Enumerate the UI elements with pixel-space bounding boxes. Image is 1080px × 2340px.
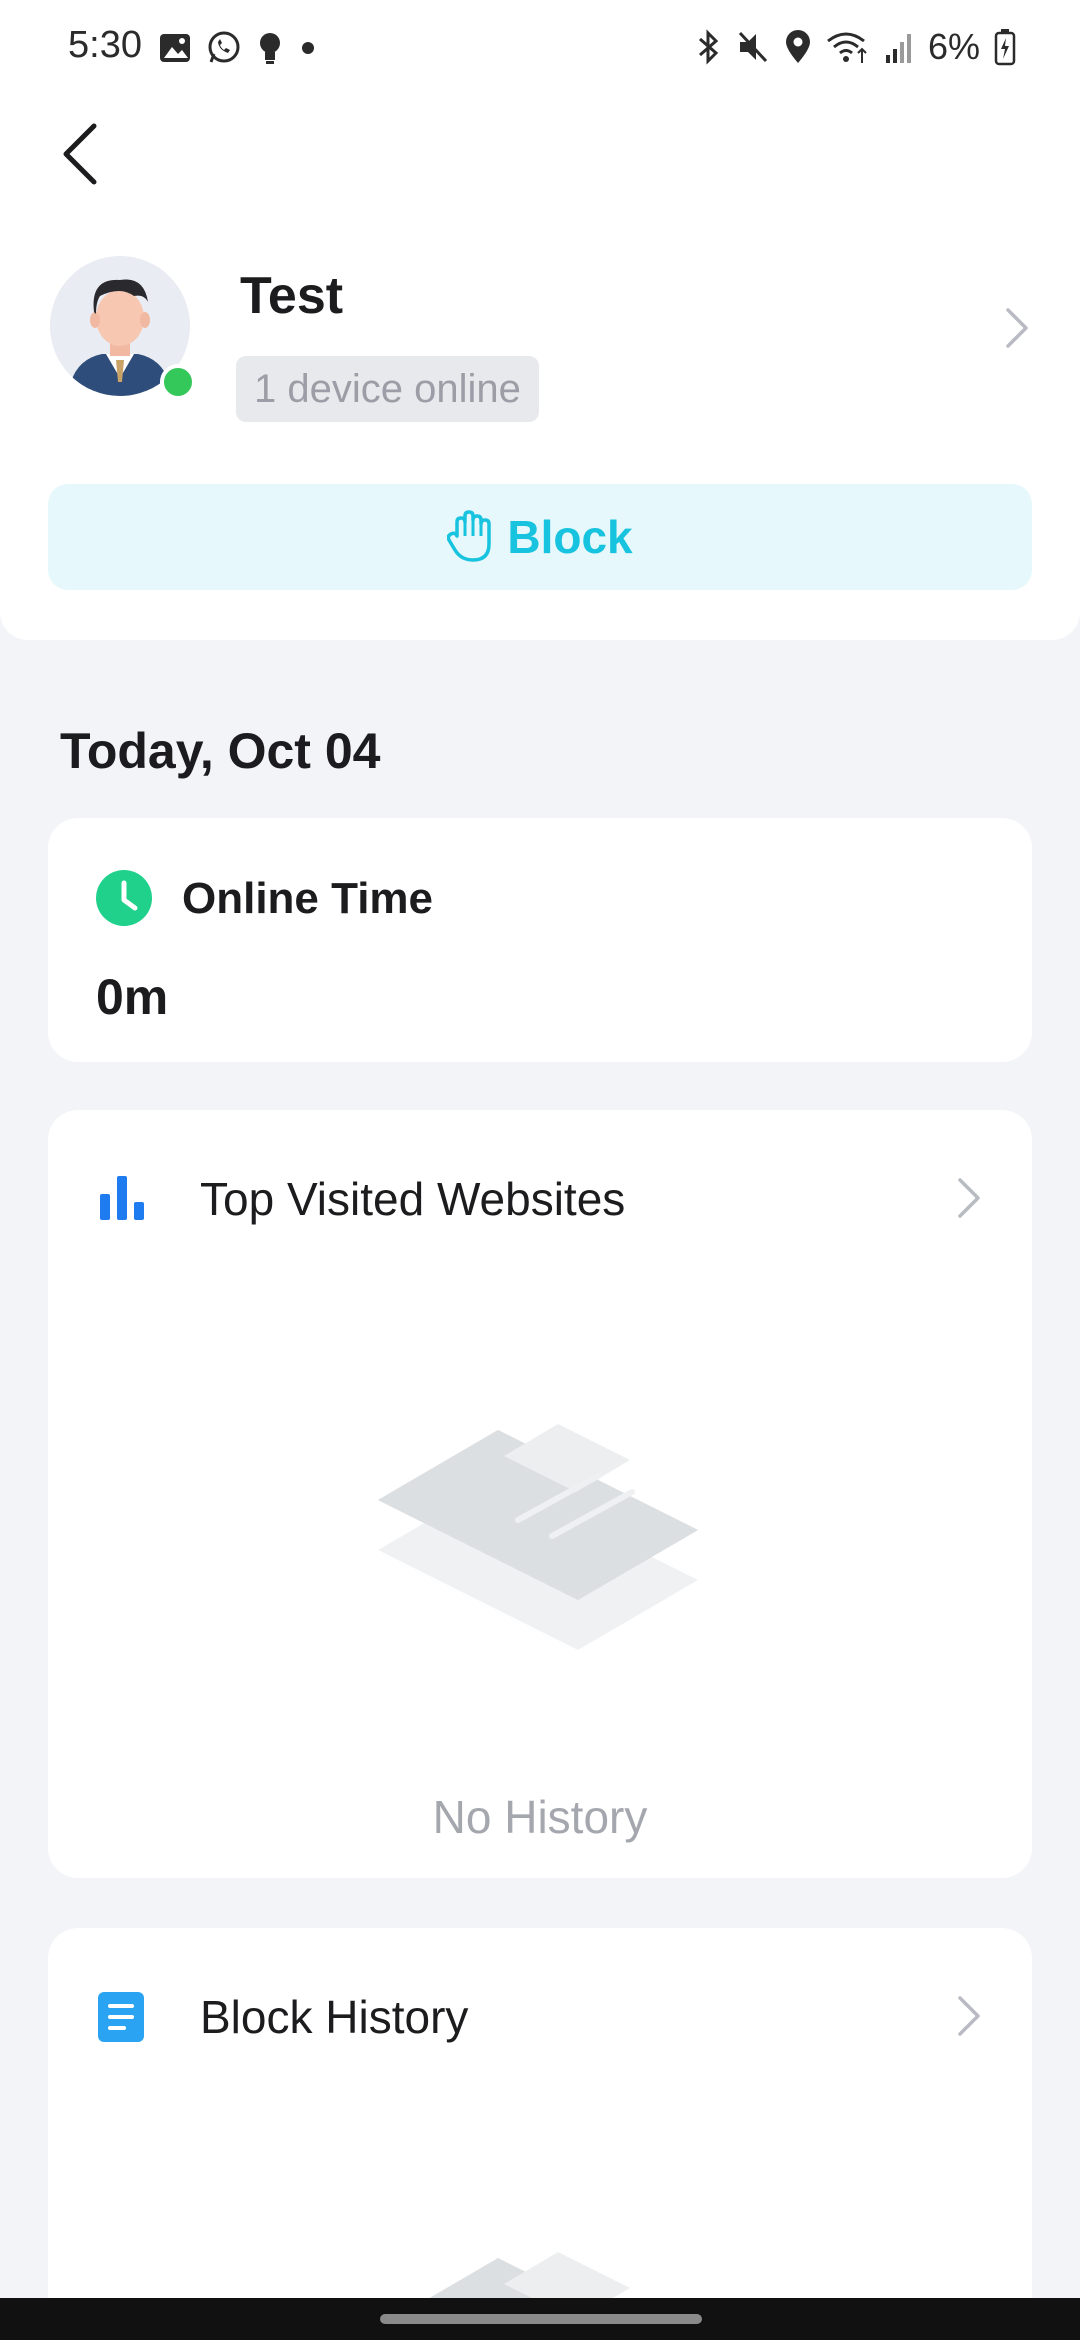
battery-percent: 6% — [927, 26, 980, 67]
status-bar: 5:30 6% — [0, 0, 1080, 96]
status-time: 5:30 — [68, 24, 142, 66]
top-visited-websites-title: Top Visited Websites — [200, 1173, 626, 1225]
top-visited-websites-card[interactable]: Top Visited Websites No History — [48, 1110, 1032, 1878]
home-handle[interactable] — [380, 2314, 702, 2324]
screen: 5:30 6% Test 1 device online Block Today… — [0, 0, 1080, 2340]
device-status-badge: 1 device online — [236, 356, 539, 422]
document-icon — [96, 1990, 146, 2049]
gallery-icon — [160, 34, 190, 62]
profile-name: Test — [240, 267, 344, 325]
bluetooth-icon — [698, 29, 719, 65]
block-history-card[interactable]: Block History — [48, 1928, 1032, 2340]
date-heading: Today, Oct 04 — [60, 723, 381, 779]
clock-icon — [96, 870, 152, 931]
system-navigation-bar — [0, 2298, 1080, 2340]
chevron-right-icon — [956, 1994, 982, 2043]
profile-header: Test 1 device online Block — [0, 96, 1080, 640]
signal-icon — [885, 34, 911, 63]
wifi-icon — [827, 32, 867, 63]
back-button[interactable] — [50, 116, 110, 192]
status-right-icons: 6% — [696, 26, 1016, 68]
online-time-card: Online Time 0m — [48, 818, 1032, 1062]
block-button-label: Block — [507, 511, 633, 563]
empty-history-illustration — [368, 1390, 708, 1725]
online-time-value: 0m — [96, 969, 169, 1025]
block-button[interactable]: Block — [48, 484, 1032, 590]
empty-history-text: No History — [432, 1791, 648, 1843]
online-indicator — [160, 364, 196, 400]
hand-stop-icon — [447, 510, 492, 562]
mute-icon — [738, 31, 768, 63]
block-history-title: Block History — [200, 1991, 469, 2043]
bulb-icon — [260, 33, 280, 64]
battery-icon — [994, 29, 1016, 66]
location-icon — [785, 30, 810, 63]
bar-chart-icon — [96, 1172, 148, 1227]
profile-chevron-icon[interactable] — [1004, 306, 1030, 355]
profile-row[interactable]: Test — [0, 256, 1080, 436]
status-left-icons — [158, 30, 318, 66]
online-time-title: Online Time — [182, 874, 434, 923]
dot-icon — [302, 42, 314, 54]
whatsapp-icon — [208, 31, 240, 63]
chevron-right-icon — [956, 1176, 982, 1225]
back-arrow-icon — [63, 123, 97, 185]
